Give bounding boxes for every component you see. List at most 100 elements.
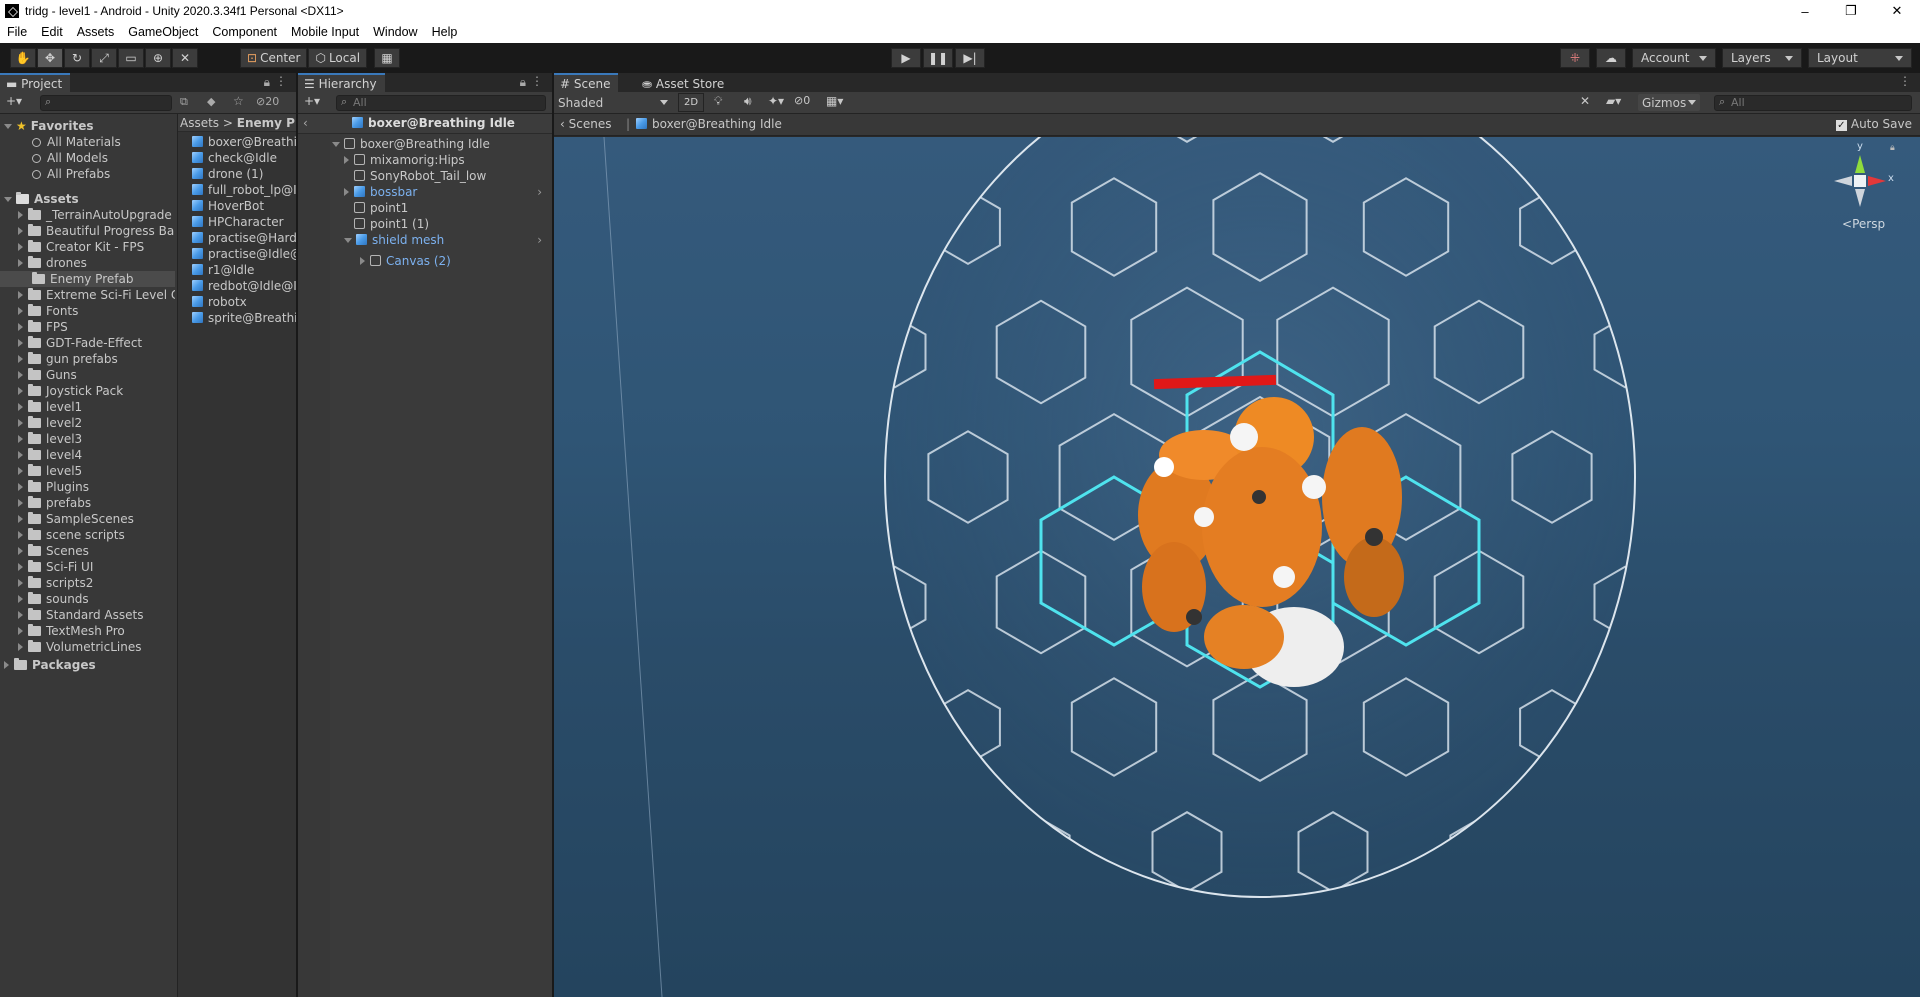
- file-item[interactable]: robotx: [192, 294, 247, 310]
- folder-item[interactable]: Fonts: [0, 303, 175, 319]
- kebab-menu-icon[interactable]: ⋮: [1899, 74, 1911, 88]
- hierarchy-item[interactable]: mixamorig:Hips: [344, 152, 544, 168]
- rect-tool-icon[interactable]: ▭: [118, 48, 144, 68]
- 2d-toggle[interactable]: 2D: [678, 93, 704, 112]
- file-item[interactable]: boxer@Breathin: [192, 134, 296, 150]
- folder-item[interactable]: Enemy Prefab: [0, 271, 175, 287]
- folder-item[interactable]: scene scripts: [0, 527, 175, 543]
- folder-item[interactable]: SampleScenes: [0, 511, 175, 527]
- kebab-menu-icon[interactable]: ⋮: [531, 74, 543, 88]
- menu-assets[interactable]: Assets: [70, 22, 122, 43]
- folder-item[interactable]: _TerrainAutoUpgrade: [0, 207, 175, 223]
- file-item[interactable]: redbot@Idle@Id: [192, 278, 296, 294]
- hierarchy-item[interactable]: point1 (1): [344, 216, 544, 232]
- menu-help[interactable]: Help: [425, 22, 465, 43]
- tools-icon[interactable]: ✕: [1580, 94, 1590, 108]
- folder-item[interactable]: sounds: [0, 591, 175, 607]
- folder-item[interactable]: Scenes: [0, 543, 175, 559]
- chevron-right-icon[interactable]: ›: [537, 232, 542, 248]
- audio-toggle-icon[interactable]: 🔊︎: [744, 94, 752, 109]
- hierarchy-item[interactable]: shield mesh ›: [344, 232, 544, 248]
- hierarchy-item[interactable]: SonyRobot_Tail_low: [344, 168, 544, 184]
- favorites-header[interactable]: ★ Favorites: [4, 118, 93, 134]
- create-button[interactable]: +▾: [304, 94, 320, 108]
- folder-item[interactable]: VolumetricLines: [0, 639, 175, 655]
- move-tool-icon[interactable]: ✥: [37, 48, 63, 68]
- file-item[interactable]: drone (1): [192, 166, 263, 182]
- play-button[interactable]: ▶: [891, 48, 921, 68]
- menu-component[interactable]: Component: [205, 22, 284, 43]
- account-dropdown[interactable]: Account: [1632, 48, 1716, 68]
- transform-tool-icon[interactable]: ⊕: [145, 48, 171, 68]
- breadcrumb-assets[interactable]: Assets: [180, 116, 219, 130]
- hierarchy-item-canvas[interactable]: Canvas (2): [360, 253, 451, 269]
- grid-snap-button[interactable]: ▦: [374, 48, 401, 68]
- orientation-gizmo[interactable]: y x 🔒︎ <Persp: [1820, 141, 1900, 235]
- project-search-input[interactable]: [40, 95, 172, 111]
- shading-dropdown[interactable]: Shaded: [556, 94, 674, 111]
- folder-item[interactable]: Extreme Sci-Fi Level C: [0, 287, 175, 303]
- menu-file[interactable]: File: [0, 22, 34, 43]
- favorite-item[interactable]: All Materials: [32, 134, 121, 150]
- favorite-item[interactable]: All Prefabs: [32, 166, 110, 182]
- folder-item[interactable]: Plugins: [0, 479, 175, 495]
- folder-item[interactable]: drones: [0, 255, 175, 271]
- hidden-toggle[interactable]: ⊘20: [256, 95, 279, 108]
- folder-item[interactable]: scripts2: [0, 575, 175, 591]
- custom-tool-icon[interactable]: ✕: [172, 48, 198, 68]
- folder-item[interactable]: Standard Assets: [0, 607, 175, 623]
- file-item[interactable]: HoverBot: [192, 198, 264, 214]
- folder-item[interactable]: FPS: [0, 319, 175, 335]
- folder-item[interactable]: TextMesh Pro: [0, 623, 175, 639]
- tab-project[interactable]: ▬ Project: [0, 73, 71, 92]
- breadcrumb-enemy-prefab[interactable]: Enemy Pre: [237, 116, 296, 130]
- packages-header[interactable]: Packages: [4, 657, 96, 673]
- hierarchy-search-input[interactable]: All: [336, 95, 546, 111]
- tab-scene[interactable]: # Scene: [554, 73, 619, 92]
- folder-item[interactable]: Creator Kit - FPS: [0, 239, 175, 255]
- pivot-local-button[interactable]: ⬡ Local: [308, 48, 368, 68]
- folder-item[interactable]: Beautiful Progress Bar: [0, 223, 175, 239]
- restore-button[interactable]: ❐: [1828, 0, 1874, 22]
- menu-gameobject[interactable]: GameObject: [121, 22, 205, 43]
- create-button[interactable]: +▾: [6, 94, 22, 108]
- hierarchy-root[interactable]: boxer@Breathing Idle: [332, 136, 490, 152]
- hidden-toggle[interactable]: ⊘0: [794, 94, 810, 107]
- file-item[interactable]: check@Idle: [192, 150, 277, 166]
- scale-tool-icon[interactable]: ⤢: [91, 48, 117, 68]
- hierarchy-item[interactable]: point1: [344, 200, 544, 216]
- folder-item[interactable]: Joystick Pack: [0, 383, 175, 399]
- layout-dropdown[interactable]: Layout: [1808, 48, 1912, 68]
- favorite-item[interactable]: All Models: [32, 150, 108, 166]
- scenes-breadcrumb[interactable]: ‹ Scenes: [560, 117, 611, 131]
- hierarchy-item[interactable]: bossbar ›: [344, 184, 544, 200]
- chevron-right-icon[interactable]: ›: [537, 184, 542, 200]
- folder-item[interactable]: GDT-Fade-Effect: [0, 335, 175, 351]
- file-item[interactable]: full_robot_lp@Id: [192, 182, 296, 198]
- file-item[interactable]: HPCharacter: [192, 214, 284, 230]
- pivot-center-button[interactable]: ⊡ Center: [240, 48, 308, 68]
- minimize-button[interactable]: –: [1782, 0, 1828, 22]
- file-item[interactable]: practise@Hard: [192, 230, 296, 246]
- projection-toggle[interactable]: <Persp: [1842, 217, 1885, 231]
- favorite-star-icon[interactable]: ☆: [233, 94, 244, 108]
- step-button[interactable]: ▶|: [955, 48, 985, 68]
- filter-label-icon[interactable]: ◆: [207, 95, 215, 108]
- tab-asset-store[interactable]: ⛂ Asset Store: [636, 73, 733, 92]
- folder-item[interactable]: level4: [0, 447, 175, 463]
- close-button[interactable]: ✕: [1874, 0, 1920, 22]
- lighting-toggle-icon[interactable]: 💡︎: [714, 94, 722, 109]
- collab-button[interactable]: ⁜: [1560, 48, 1590, 68]
- lock-icon[interactable]: 🔒︎: [264, 75, 270, 90]
- back-arrow-icon[interactable]: ‹: [303, 116, 308, 130]
- cloud-button[interactable]: ☁: [1596, 48, 1626, 68]
- folder-item[interactable]: gun prefabs: [0, 351, 175, 367]
- folder-item[interactable]: level3: [0, 431, 175, 447]
- lock-icon[interactable]: 🔒︎: [1890, 143, 1895, 153]
- auto-save-toggle[interactable]: ✓ Auto Save: [1835, 117, 1912, 131]
- file-item[interactable]: r1@Idle: [192, 262, 254, 278]
- folder-item[interactable]: prefabs: [0, 495, 175, 511]
- layers-dropdown[interactable]: Layers: [1722, 48, 1802, 68]
- tab-hierarchy[interactable]: ☰ Hierarchy: [298, 73, 385, 92]
- folder-item[interactable]: Guns: [0, 367, 175, 383]
